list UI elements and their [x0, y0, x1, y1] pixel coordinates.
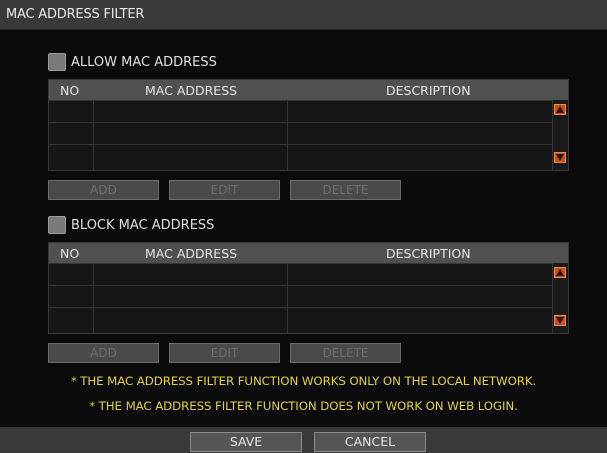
- column-divider: [287, 100, 288, 170]
- triangle-up-icon[interactable]: [554, 104, 566, 115]
- block-mac-checkbox[interactable]: [48, 216, 66, 234]
- column-header-description: DESCRIPTION: [386, 246, 471, 261]
- window-title: MAC ADDRESS FILTER: [6, 7, 145, 22]
- triangle-down-icon[interactable]: [554, 315, 566, 326]
- block-mac-toggle[interactable]: BLOCK MAC ADDRESS: [48, 215, 214, 235]
- column-divider: [93, 100, 94, 170]
- column-header-description: DESCRIPTION: [386, 83, 471, 98]
- block-add-button[interactable]: ADD: [48, 343, 159, 363]
- block-table-scrollbar[interactable]: [552, 263, 568, 333]
- note-web-login: * THE MAC ADDRESS FILTER FUNCTION DOES N…: [89, 399, 518, 413]
- block-table-header: NO MAC ADDRESS DESCRIPTION: [49, 243, 568, 263]
- column-header-no: NO: [60, 83, 80, 98]
- footer-bar: SAVE CANCEL: [0, 427, 607, 453]
- block-edit-button[interactable]: EDIT: [169, 343, 280, 363]
- allow-add-button[interactable]: ADD: [48, 180, 159, 200]
- title-bar: MAC ADDRESS FILTER: [0, 0, 607, 30]
- save-button[interactable]: SAVE: [190, 432, 302, 452]
- table-row[interactable]: [49, 144, 552, 166]
- allow-table-scrollbar[interactable]: [552, 100, 568, 170]
- note-local-network: * THE MAC ADDRESS FILTER FUNCTION WORKS …: [70, 374, 537, 388]
- allow-button-row: ADD EDIT DELETE: [48, 180, 401, 200]
- allow-edit-button[interactable]: EDIT: [169, 180, 280, 200]
- column-divider: [287, 263, 288, 333]
- column-divider: [93, 263, 94, 333]
- allow-mac-label: ALLOW MAC ADDRESS: [71, 54, 217, 70]
- allow-table-header: NO MAC ADDRESS DESCRIPTION: [49, 80, 568, 100]
- column-header-mac-address: MAC ADDRESS: [145, 83, 238, 98]
- table-row[interactable]: [49, 100, 552, 122]
- allow-mac-checkbox[interactable]: [48, 53, 66, 71]
- cancel-button[interactable]: CANCEL: [314, 432, 426, 452]
- triangle-down-icon[interactable]: [554, 152, 566, 163]
- allow-delete-button[interactable]: DELETE: [290, 180, 401, 200]
- column-header-mac-address: MAC ADDRESS: [145, 246, 238, 261]
- table-row[interactable]: [49, 122, 552, 144]
- block-delete-button[interactable]: DELETE: [290, 343, 401, 363]
- block-mac-label: BLOCK MAC ADDRESS: [71, 217, 215, 233]
- block-mac-table: NO MAC ADDRESS DESCRIPTION: [48, 242, 569, 334]
- allow-mac-toggle[interactable]: ALLOW MAC ADDRESS: [48, 52, 217, 72]
- table-row[interactable]: [49, 285, 552, 307]
- table-row[interactable]: [49, 263, 552, 285]
- block-button-row: ADD EDIT DELETE: [48, 343, 401, 363]
- column-header-no: NO: [60, 246, 80, 261]
- triangle-up-icon[interactable]: [554, 267, 566, 278]
- allow-mac-table: NO MAC ADDRESS DESCRIPTION: [48, 79, 569, 171]
- table-row[interactable]: [49, 307, 552, 329]
